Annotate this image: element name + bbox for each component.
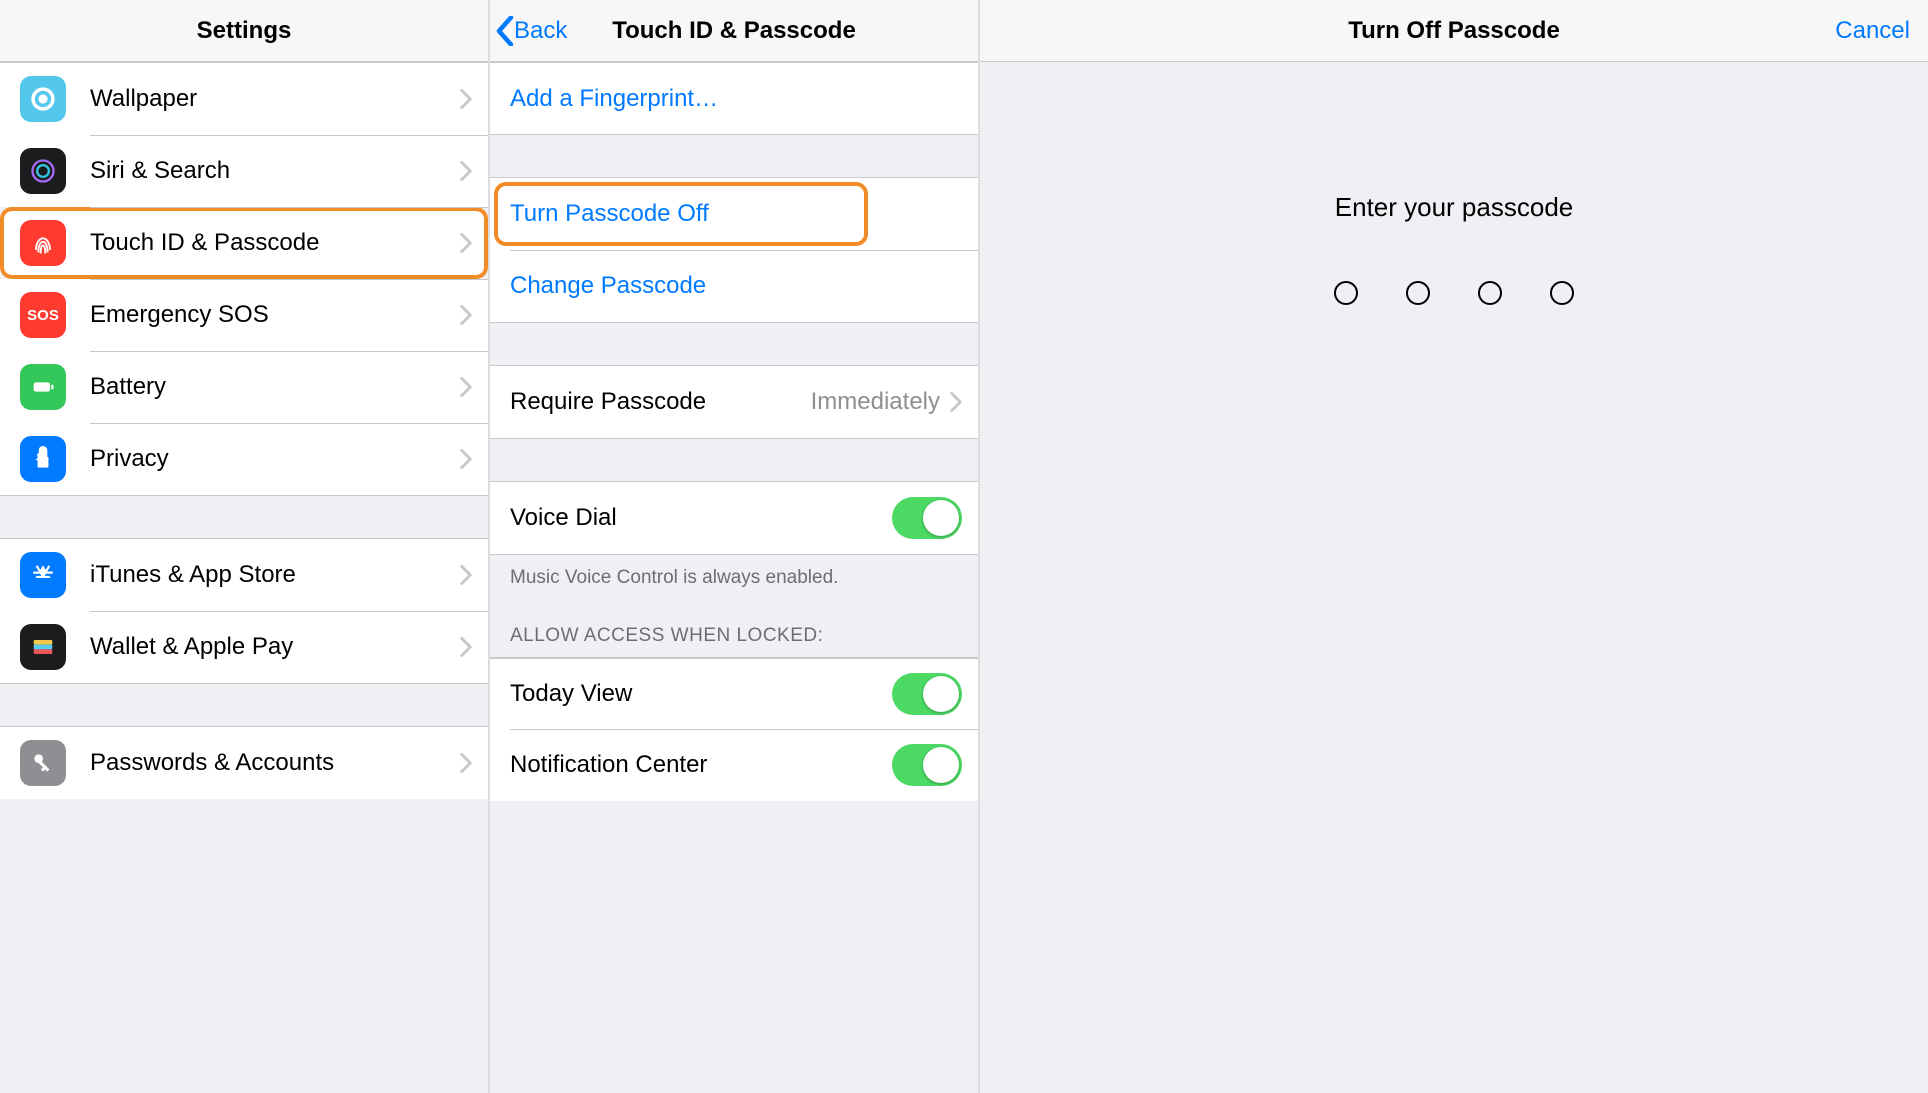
change-passcode-cell[interactable]: Change Passcode bbox=[490, 250, 978, 322]
group-separator bbox=[490, 438, 978, 482]
settings-item-touchid[interactable]: Touch ID & Passcode bbox=[0, 207, 488, 279]
group-separator bbox=[0, 683, 488, 727]
voice-dial-footer: Music Voice Control is always enabled. bbox=[490, 554, 978, 597]
touchid-icon bbox=[20, 220, 66, 266]
passcode-entry-pane: Turn Off Passcode Cancel Enter your pass… bbox=[980, 0, 1928, 1093]
turn-passcode-off-label: Turn Passcode Off bbox=[510, 200, 962, 228]
settings-title: Settings bbox=[197, 17, 292, 45]
chevron-right-icon bbox=[460, 637, 472, 657]
turn-passcode-off-cell[interactable]: Turn Passcode Off bbox=[490, 178, 978, 250]
settings-item-label: Privacy bbox=[90, 445, 460, 473]
settings-group-2: iTunes & App Store Wallet & Apple Pay bbox=[0, 539, 488, 683]
group-separator bbox=[490, 134, 978, 178]
passcode-dots bbox=[980, 281, 1928, 305]
appstore-icon bbox=[20, 552, 66, 598]
add-fingerprint-label: Add a Fingerprint… bbox=[510, 85, 962, 113]
today-view-cell: Today View bbox=[490, 657, 978, 729]
settings-item-label: Emergency SOS bbox=[90, 301, 460, 329]
privacy-icon bbox=[20, 436, 66, 482]
today-view-label: Today View bbox=[510, 680, 892, 708]
passcode-dot bbox=[1334, 281, 1358, 305]
settings-item-sos[interactable]: SOS Emergency SOS bbox=[0, 279, 488, 351]
settings-item-siri[interactable]: Siri & Search bbox=[0, 135, 488, 207]
passcode-dot bbox=[1478, 281, 1502, 305]
settings-item-label: Touch ID & Passcode bbox=[90, 229, 460, 257]
settings-item-itunes[interactable]: iTunes & App Store bbox=[0, 539, 488, 611]
notification-center-toggle[interactable] bbox=[892, 744, 962, 786]
chevron-right-icon bbox=[950, 392, 962, 412]
cancel-button[interactable]: Cancel bbox=[1835, 0, 1910, 61]
touchid-pane: Back Touch ID & Passcode Add a Fingerpri… bbox=[490, 0, 980, 1093]
voice-dial-toggle[interactable] bbox=[892, 497, 962, 539]
settings-item-wallet[interactable]: Wallet & Apple Pay bbox=[0, 611, 488, 683]
passcode-prompt: Enter your passcode bbox=[980, 192, 1928, 223]
group-separator bbox=[490, 322, 978, 366]
settings-item-label: iTunes & App Store bbox=[90, 561, 460, 589]
siri-icon bbox=[20, 148, 66, 194]
passcode-navbar: Turn Off Passcode Cancel bbox=[980, 0, 1928, 62]
settings-group-1: Wallpaper Siri & Search Touch ID & Passc… bbox=[0, 62, 488, 495]
settings-item-passwords[interactable]: Passwords & Accounts bbox=[0, 727, 488, 799]
voice-dial-label: Voice Dial bbox=[510, 504, 892, 532]
chevron-right-icon bbox=[460, 305, 472, 325]
chevron-right-icon bbox=[460, 565, 472, 585]
wallet-icon bbox=[20, 624, 66, 670]
change-passcode-label: Change Passcode bbox=[510, 272, 962, 300]
cancel-label: Cancel bbox=[1835, 17, 1910, 45]
settings-group-3: Passwords & Accounts bbox=[0, 727, 488, 799]
passcode-dot bbox=[1406, 281, 1430, 305]
touchid-navbar: Back Touch ID & Passcode bbox=[490, 0, 978, 62]
passcode-dot bbox=[1550, 281, 1574, 305]
chevron-right-icon bbox=[460, 449, 472, 469]
back-button[interactable]: Back bbox=[496, 0, 567, 61]
chevron-right-icon bbox=[460, 233, 472, 253]
chevron-right-icon bbox=[460, 89, 472, 109]
voice-dial-cell: Voice Dial bbox=[490, 482, 978, 554]
notification-center-label: Notification Center bbox=[510, 751, 892, 779]
wallpaper-icon bbox=[20, 76, 66, 122]
settings-item-battery[interactable]: Battery bbox=[0, 351, 488, 423]
settings-item-label: Passwords & Accounts bbox=[90, 749, 460, 777]
chevron-right-icon bbox=[460, 753, 472, 773]
key-icon bbox=[20, 740, 66, 786]
touchid-title: Touch ID & Passcode bbox=[612, 17, 856, 45]
group-separator bbox=[0, 495, 488, 539]
passcode-title: Turn Off Passcode bbox=[1348, 17, 1560, 45]
settings-item-label: Wallet & Apple Pay bbox=[90, 633, 460, 661]
settings-item-wallpaper[interactable]: Wallpaper bbox=[0, 63, 488, 135]
notification-center-cell: Notification Center bbox=[490, 729, 978, 801]
settings-item-label: Siri & Search bbox=[90, 157, 460, 185]
sos-icon: SOS bbox=[20, 292, 66, 338]
chevron-right-icon bbox=[460, 377, 472, 397]
back-label: Back bbox=[514, 17, 567, 45]
require-passcode-label: Require Passcode bbox=[510, 388, 811, 416]
battery-icon bbox=[20, 364, 66, 410]
chevron-right-icon bbox=[460, 161, 472, 181]
settings-item-privacy[interactable]: Privacy bbox=[0, 423, 488, 495]
settings-item-label: Battery bbox=[90, 373, 460, 401]
settings-navbar: Settings bbox=[0, 0, 488, 62]
require-passcode-value: Immediately bbox=[811, 388, 940, 416]
allow-access-header: ALLOW ACCESS WHEN LOCKED: bbox=[490, 597, 978, 657]
add-fingerprint-cell[interactable]: Add a Fingerprint… bbox=[490, 62, 978, 134]
settings-item-label: Wallpaper bbox=[90, 85, 460, 113]
settings-pane: Settings Wallpaper Siri & Search Touch I… bbox=[0, 0, 490, 1093]
today-view-toggle[interactable] bbox=[892, 673, 962, 715]
require-passcode-cell[interactable]: Require Passcode Immediately bbox=[490, 366, 978, 438]
